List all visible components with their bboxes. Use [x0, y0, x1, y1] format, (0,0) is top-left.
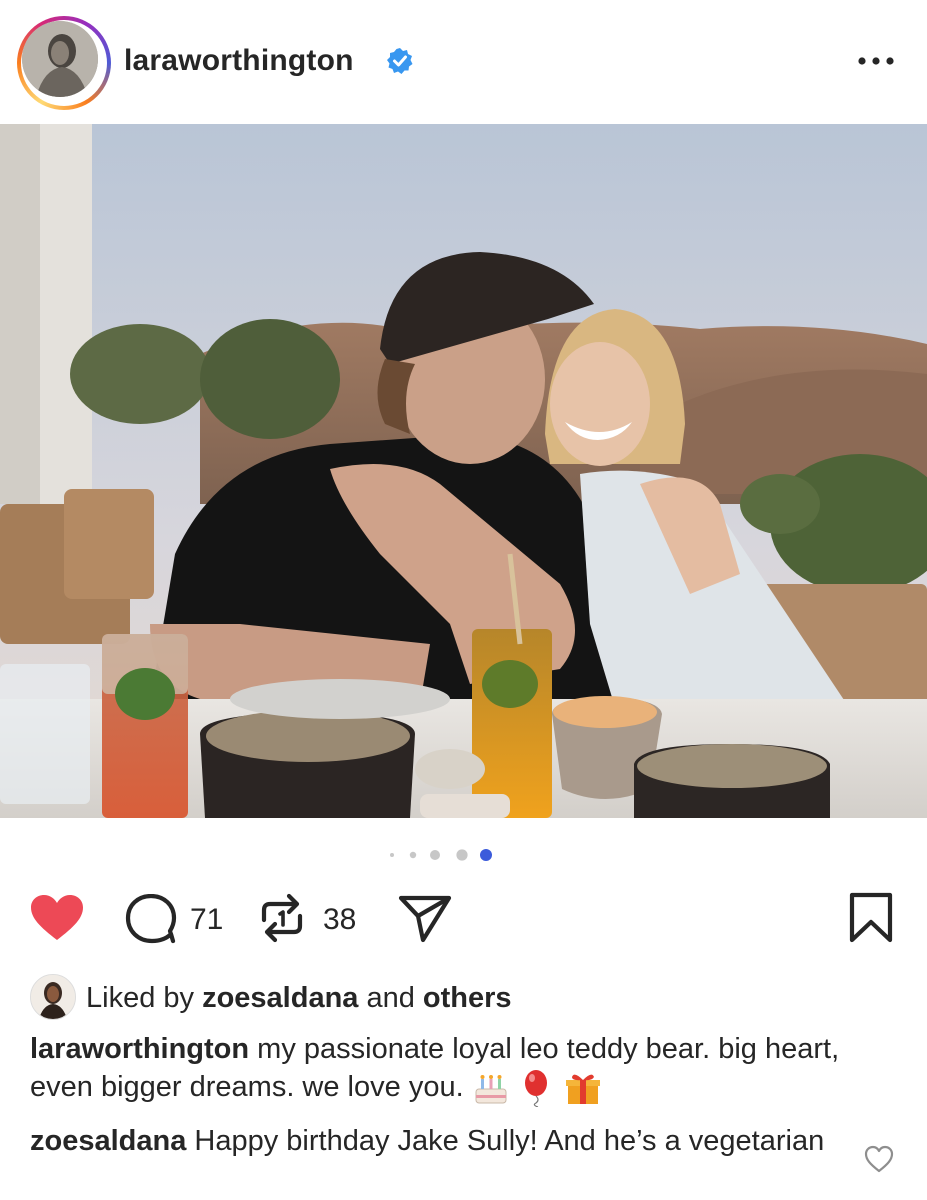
send-icon[interactable]	[398, 894, 452, 944]
comment-username[interactable]: zoesaldana	[30, 1125, 186, 1157]
liker-avatar	[30, 974, 76, 1020]
comment-icon[interactable]	[125, 894, 177, 944]
post-actions: 71 38	[0, 880, 927, 960]
repost-icon[interactable]	[258, 892, 306, 944]
more-horizontal-icon[interactable]	[856, 54, 896, 68]
carousel-dot	[456, 849, 468, 861]
carousel-dot	[409, 851, 417, 859]
carousel-dot	[480, 849, 492, 861]
post-caption: laraworthington my passionate loyal leo …	[30, 1030, 900, 1108]
liker-username[interactable]: zoesaldana	[202, 982, 358, 1014]
likes-summary[interactable]: Liked by zoesaldana and others	[30, 972, 910, 1022]
likes-others-link[interactable]: others	[423, 982, 512, 1014]
heart-outline-icon[interactable]	[864, 1145, 894, 1173]
bookmark-icon[interactable]	[848, 892, 894, 944]
heart-filled-icon[interactable]	[30, 894, 84, 942]
carousel-dot	[390, 853, 394, 857]
caption-username[interactable]: laraworthington	[30, 1033, 249, 1065]
author-avatar	[22, 21, 98, 97]
comment-text: Happy birthday Jake Sully! And he’s a ve…	[186, 1125, 825, 1157]
carousel-dot	[430, 850, 440, 860]
birthday-cake-emoji	[475, 1075, 507, 1104]
carousel-indicator	[390, 849, 492, 861]
top-comment: zoesaldana Happy birthday Jake Sully! An…	[30, 1122, 850, 1160]
repost-count: 38	[323, 903, 357, 936]
author-username[interactable]: laraworthington	[124, 44, 354, 78]
gift-emoji	[565, 1074, 600, 1105]
likes-text: Liked by zoesaldana and others	[86, 982, 512, 1014]
post-photo[interactable]	[0, 124, 927, 818]
author-avatar-story-ring[interactable]	[17, 16, 111, 110]
balloon-emoji	[524, 1070, 547, 1108]
verified-badge-icon	[387, 48, 413, 74]
post-header: laraworthington	[0, 0, 927, 122]
comment-count: 71	[190, 903, 224, 936]
